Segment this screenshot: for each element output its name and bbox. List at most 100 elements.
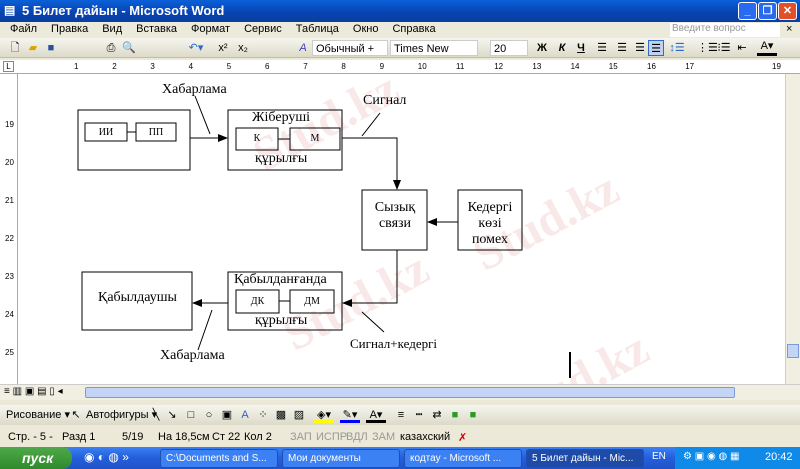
ruler-number: 5 (226, 62, 232, 71)
minimize-button[interactable]: _ (738, 2, 757, 20)
start-button[interactable]: пуск (0, 447, 72, 469)
spelling-status-icon[interactable]: ✗ (458, 431, 467, 444)
subscript-button[interactable]: x₂ (236, 40, 250, 56)
status-at: На 18,5см (158, 431, 210, 443)
align-right-icon[interactable]: ☰ (633, 40, 647, 56)
menu-file[interactable]: Файл (0, 22, 44, 36)
tray-icons[interactable]: ⚙ ▣ ◉ ◍ ▦ (683, 451, 739, 462)
dk-label: ДК (250, 296, 265, 307)
oval-icon[interactable]: ○ (202, 407, 216, 423)
indent-icon[interactable]: ⇤ (735, 40, 749, 56)
wordart-icon[interactable]: A (238, 407, 252, 423)
ruler-number: 8 (341, 62, 346, 71)
autoshapes-menu[interactable]: Автофигуры ▾ (86, 407, 157, 423)
diagram-icon[interactable]: ⁘ (256, 407, 270, 423)
vruler-number: 21 (5, 196, 14, 205)
language-indicator[interactable]: EN (652, 451, 666, 462)
italic-button[interactable]: К (555, 40, 569, 56)
clock: 20:42 (765, 451, 793, 463)
menu-view[interactable]: Вид (95, 22, 129, 36)
drawing-menu[interactable]: Рисование ▾ (6, 407, 70, 423)
receiver-device-bottom: құрылғы (255, 313, 308, 328)
scroll-down-button[interactable] (787, 344, 799, 358)
align-center-icon[interactable]: ☰ (615, 40, 629, 56)
task-kodtau[interactable]: кодтау - Microsoft ... (404, 449, 522, 468)
line-color-icon[interactable]: ✎▾ (340, 407, 360, 423)
status-ext[interactable]: ВДЛ (346, 431, 368, 443)
title-bar: ▤ 5 Билет дайын - Microsoft Word _ ❐ ✕ (0, 0, 800, 22)
document-page[interactable]: Stud.kz Stud.kz Stud.kz Stud.kz ИИ ПП Жі… (18, 74, 785, 384)
view-buttons[interactable]: ≡ ▥ ▣ ▤ ▯ ◂ (4, 386, 63, 397)
menu-help[interactable]: Справка (385, 22, 442, 36)
fill-color-icon[interactable]: ◈▾ (314, 407, 334, 423)
ruler-number: 3 (150, 62, 155, 71)
dash-style-icon[interactable]: ┅ (412, 407, 426, 423)
vertical-scrollbar[interactable] (785, 74, 800, 384)
quick-launch-icons[interactable]: ◉ ◐ ◍ » (84, 450, 129, 464)
status-trk[interactable]: ИСПР (316, 431, 347, 443)
font-color-icon[interactable]: A▾ (757, 40, 777, 56)
clipart-icon[interactable]: ▩ (274, 407, 288, 423)
horizontal-scrollbar[interactable]: ≡ ▥ ▣ ▤ ▯ ◂ (0, 384, 800, 400)
transmitter-bottom: құрылғы (255, 151, 308, 166)
task-word-active[interactable]: 5 Билет дайын - Mic... (526, 449, 644, 468)
bullets-icon[interactable]: ⁝☰ (717, 40, 731, 56)
underline-button[interactable]: Ч (574, 40, 588, 56)
system-tray: ⚙ ▣ ◉ ◍ ▦ 20:42 (675, 447, 800, 469)
font-size-select[interactable]: 20 (490, 40, 528, 56)
close-doc-icon[interactable]: × (786, 23, 792, 35)
text-color-icon[interactable]: A▾ (366, 407, 386, 423)
styles-icon[interactable]: A (296, 40, 310, 56)
ruler-number: 14 (570, 62, 580, 71)
status-ovr[interactable]: ЗАМ (372, 431, 395, 443)
new-icon[interactable]: 🗋 (8, 40, 22, 56)
menu-format[interactable]: Формат (184, 22, 237, 36)
shadow-icon[interactable]: ■ (448, 407, 462, 423)
print-preview-icon[interactable]: 🔍 (122, 40, 136, 56)
line-icon[interactable]: ╲ (150, 407, 162, 423)
style-select[interactable]: Обычный + 20 г (312, 40, 388, 71)
picture-icon[interactable]: ▨ (292, 407, 306, 423)
ruler-number: 1 (74, 62, 79, 71)
menu-tools[interactable]: Сервис (237, 22, 289, 36)
align-left-icon[interactable]: ☰ (595, 40, 609, 56)
restore-button[interactable]: ❐ (758, 2, 777, 20)
message-label-bottom: Хабарлама (160, 348, 225, 363)
save-icon[interactable]: ■ (44, 40, 58, 56)
undo-icon[interactable]: ↶▾ (186, 40, 206, 56)
arrow-style-icon[interactable]: ⇄ (430, 407, 444, 423)
line-style-icon[interactable]: ≡ (394, 407, 408, 423)
task-my-documents[interactable]: Мои документы (282, 449, 400, 468)
vruler-number: 24 (5, 310, 14, 319)
status-section: Разд 1 (62, 431, 96, 443)
status-bar: Стр. - 5 - Разд 1 5/19 На 18,5см Ст 22 К… (0, 428, 800, 446)
task-explorer[interactable]: C:\Documents and S... (160, 449, 278, 468)
horizontal-ruler[interactable]: L 1 2 3 4 5 6 7 8 9 10 11 12 13 14 15 16 17 19 (0, 60, 800, 74)
status-rec[interactable]: ЗАП (290, 431, 312, 443)
menu-edit[interactable]: Правка (44, 22, 95, 36)
scroll-thumb[interactable] (85, 387, 735, 398)
menu-table[interactable]: Таблица (289, 22, 346, 36)
status-language: казахский (400, 431, 451, 443)
menu-bar: Файл Правка Вид Вставка Формат Сервис Таблица О… (0, 22, 800, 38)
menu-window[interactable]: Окно (346, 22, 386, 36)
rectangle-icon[interactable]: □ (184, 407, 198, 423)
bold-button[interactable]: Ж (535, 40, 549, 56)
open-icon[interactable]: ▰ (26, 40, 40, 56)
line-spacing-icon[interactable]: ↕☰ (668, 40, 686, 56)
print-icon[interactable]: ⎙ (104, 40, 118, 56)
ruler-number: 11 (456, 62, 465, 71)
menu-insert[interactable]: Вставка (129, 22, 184, 36)
numbering-icon[interactable]: ⋮☰ (697, 40, 718, 56)
textbox-icon[interactable]: ▣ (220, 407, 234, 423)
close-button[interactable]: ✕ (778, 2, 797, 20)
justify-icon[interactable]: ☰ (648, 40, 664, 56)
help-search-input[interactable]: Введите вопрос (670, 23, 780, 37)
vruler-number: 22 (5, 234, 14, 243)
status-pages: 5/19 (122, 431, 144, 443)
3d-icon[interactable]: ■ (466, 407, 480, 423)
select-objects-icon[interactable]: ↖ (70, 407, 82, 423)
arrow-icon[interactable]: ↘ (166, 407, 178, 423)
superscript-button[interactable]: x² (216, 40, 230, 56)
font-select[interactable]: Times New Roman (390, 40, 478, 71)
